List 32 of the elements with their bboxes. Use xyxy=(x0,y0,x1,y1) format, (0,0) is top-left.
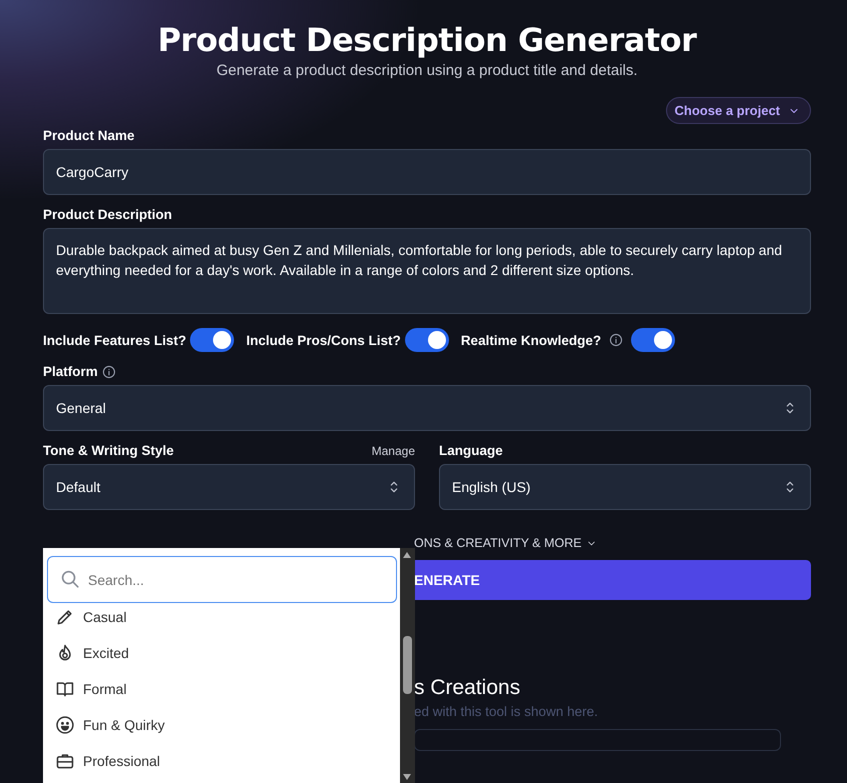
manage-link[interactable]: Manage xyxy=(372,444,415,458)
field-label: Platform xyxy=(43,364,98,379)
section-subtitle: ed with this tool is shown here. xyxy=(414,704,599,719)
toggle-label: Include Pros/Cons List? xyxy=(246,332,401,348)
toggle-switch[interactable] xyxy=(631,328,676,352)
menu-option[interactable]: Fun & Quirky xyxy=(83,717,165,733)
field-label: Tone & Writing Style xyxy=(43,443,174,458)
field-label: Product Description xyxy=(43,207,174,222)
menu-option[interactable]: Casual xyxy=(83,609,127,625)
section-heading: s Creations xyxy=(414,676,522,700)
product-description-field[interactable]: Durable backpack aimed at busy Gen Z and Millenials, comfortable for long periods, able to securely carry laptop and everything needed for a day's work. Available in a range of colors and 2 different size options. xyxy=(43,228,811,314)
field-label: Product Name xyxy=(43,128,136,143)
page-title: Product Description Generator xyxy=(158,20,696,60)
scrollbar[interactable] xyxy=(400,548,415,783)
menu-option[interactable]: Formal xyxy=(83,681,127,697)
smiley-icon xyxy=(55,715,75,735)
menu-option[interactable]: Excited xyxy=(83,645,129,661)
platform-select[interactable]: General xyxy=(43,385,811,431)
toggle-label: Include Features List? xyxy=(43,332,186,348)
advanced-options-link[interactable]: ONS & CREATIVITY & MORE xyxy=(414,536,582,550)
language-select[interactable]: English (US) xyxy=(439,464,811,510)
toggle-switch[interactable] xyxy=(404,328,449,352)
page-subtitle: Generate a product description using a product title and details. xyxy=(216,62,638,79)
choose-project-button[interactable]: Choose a project xyxy=(666,97,811,124)
toggle-label: Realtime Knowledge? xyxy=(460,332,602,348)
tone-select[interactable]: Default xyxy=(43,464,415,510)
search-field[interactable]: Search... xyxy=(47,556,397,603)
info-icon xyxy=(102,364,116,378)
menu-option[interactable]: Professional xyxy=(83,753,160,769)
product-name-field[interactable]: CargoCarry xyxy=(43,149,811,195)
toggle-switch[interactable] xyxy=(190,328,234,352)
field-label: Language xyxy=(439,443,504,458)
